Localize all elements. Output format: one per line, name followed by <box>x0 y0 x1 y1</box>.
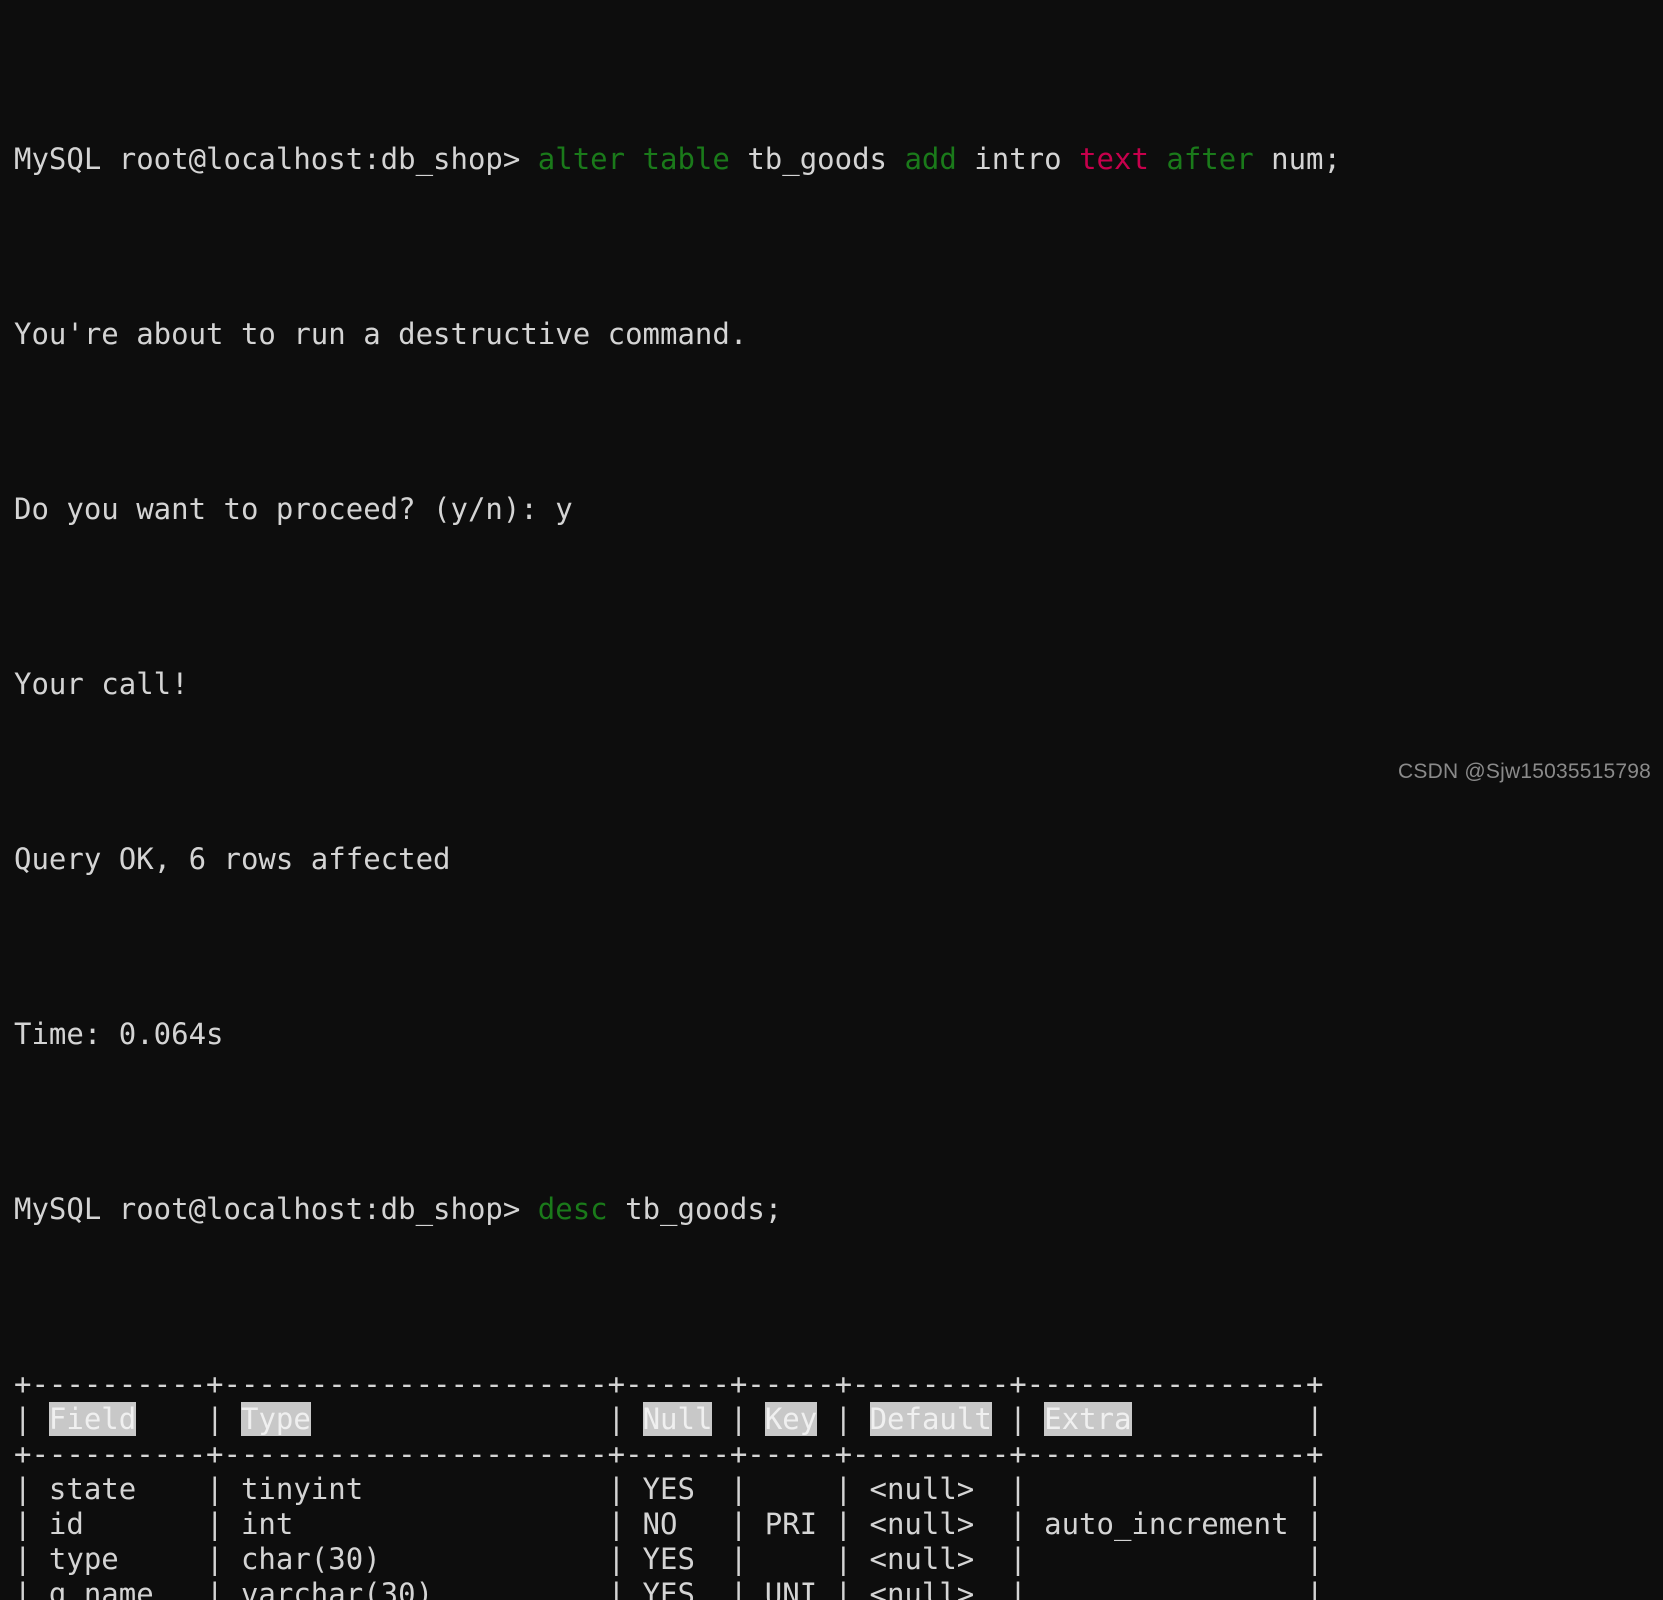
table-row: | g_name | varchar(30) | YES | UNI | <nu… <box>14 1577 1324 1600</box>
sql-token-datatype-4: text <box>1079 142 1167 176</box>
confirm-response: Your call! <box>14 667 189 701</box>
terminal-window: MySQL root@localhost:db_shop> alter tabl… <box>0 0 1663 1600</box>
table-header-row: | Field | Type | Null | Key | Default | … <box>14 1402 1324 1436</box>
command-tokens-2: desc tb_goods; <box>538 1192 782 1226</box>
shell-prompt-2: MySQL root@localhost:db_shop> <box>14 1192 521 1226</box>
table-header-key: Key <box>764 1402 818 1436</box>
command-line-desc: MySQL root@localhost:db_shop> desc tb_go… <box>14 1192 1341 1227</box>
table-header-null: Null <box>642 1402 713 1436</box>
shell-prompt: MySQL root@localhost:db_shop> <box>14 142 521 176</box>
sql-token-keyword-5: after <box>1166 142 1272 176</box>
sql-token-keyword-0: alter table <box>537 142 748 176</box>
table-header-field: Field <box>48 1402 137 1436</box>
sql-token-keyword-2: add <box>904 142 975 176</box>
csdn-watermark: CSDN @Sjw15035515798 <box>1398 760 1651 783</box>
terminal-output-area[interactable]: MySQL root@localhost:db_shop> alter tabl… <box>14 2 1341 1600</box>
table-header-default: Default <box>869 1402 992 1436</box>
table-rule-header: +----------+----------------------+-----… <box>14 1437 1324 1471</box>
sql-token-plain-1: tb_goods; <box>625 1192 783 1226</box>
desc-result-table: +----------+----------------------+-----… <box>14 1367 1341 1600</box>
sql-token-keyword-0: desc <box>537 1192 626 1226</box>
sql-token-plain-6: num; <box>1271 142 1341 176</box>
command-tokens-1: alter table tb_goods add intro text afte… <box>538 142 1341 176</box>
confirm-prompt[interactable]: Do you want to proceed? (y/n): y <box>14 492 1341 527</box>
table-row: | type | char(30) | YES | | <null> | | <box>14 1542 1324 1576</box>
query-time-1: Time: 0.064s <box>14 1017 224 1051</box>
table-header-type: Type <box>241 1402 311 1436</box>
query-result-message-1: Query OK, 6 rows affected <box>14 842 451 876</box>
table-row: | id | int | NO | PRI | <null> | auto_in… <box>14 1507 1324 1541</box>
table-rule-top: +----------+----------------------+-----… <box>14 1367 1324 1401</box>
sql-token-plain-3: intro <box>974 142 1080 176</box>
table-header-extra: Extra <box>1044 1402 1132 1436</box>
table-row: | state | tinyint | YES | | <null> | | <box>14 1472 1324 1506</box>
command-line-alter-table: MySQL root@localhost:db_shop> alter tabl… <box>14 142 1341 177</box>
sql-token-plain-1: tb_goods <box>747 142 905 176</box>
destructive-command-warning: You're about to run a destructive comman… <box>14 317 748 351</box>
